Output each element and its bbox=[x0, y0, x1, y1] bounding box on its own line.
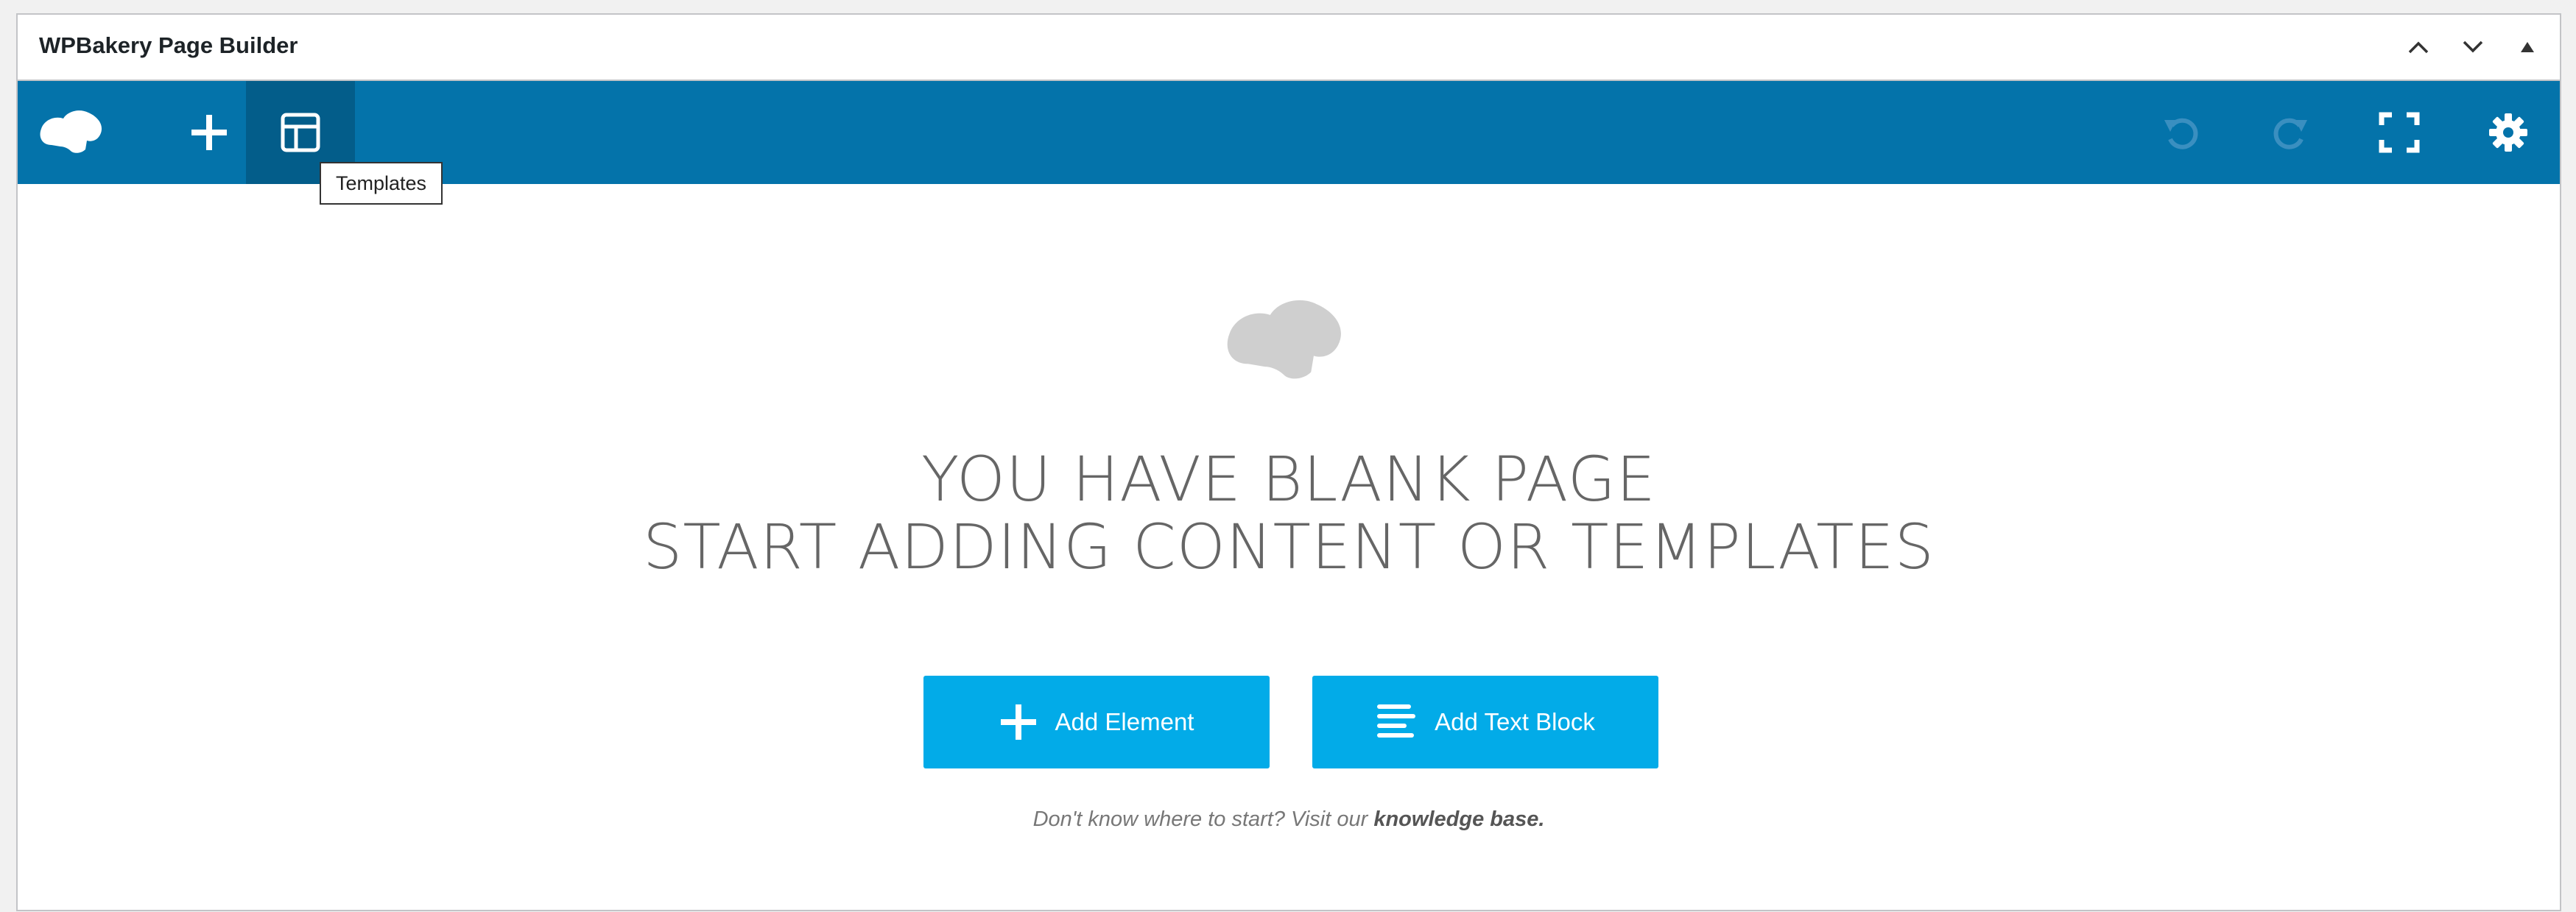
triangle-up-icon[interactable] bbox=[2511, 31, 2544, 63]
text-lines-icon bbox=[1377, 704, 1416, 738]
add-element-label: Add Element bbox=[1055, 708, 1194, 735]
add-element-button[interactable]: Add Element bbox=[923, 676, 1270, 768]
chevron-down-icon[interactable] bbox=[2457, 31, 2489, 63]
empty-state: YOU HAVE BLANK PAGE START ADDING CONTENT… bbox=[18, 184, 2560, 912]
panel-title: WPBakery Page Builder bbox=[39, 32, 298, 58]
settings-icon[interactable] bbox=[2454, 81, 2563, 184]
panel-header: WPBakery Page Builder bbox=[18, 15, 2560, 81]
headline-line-1: YOU HAVE BLANK PAGE bbox=[921, 443, 1656, 515]
page-builder-panel: WPBakery Page Builder Templates YOU HAVE… bbox=[16, 13, 2561, 911]
empty-state-headline: YOU HAVE BLANK PAGE START ADDING CONTENT… bbox=[18, 445, 2560, 581]
plus-icon bbox=[1000, 704, 1036, 740]
fullscreen-icon[interactable] bbox=[2345, 81, 2454, 184]
chevron-up-icon[interactable] bbox=[2402, 31, 2435, 63]
cloud-logo-icon bbox=[1224, 293, 1349, 392]
help-text-prefix: Don't know where to start? Visit our bbox=[1032, 807, 1368, 831]
templates-tooltip: Templates bbox=[320, 162, 443, 205]
add-text-block-button[interactable]: Add Text Block bbox=[1312, 676, 1658, 768]
header-controls bbox=[2402, 31, 2544, 63]
headline-line-2: START ADDING CONTENT OR TEMPLATES bbox=[643, 511, 1935, 583]
knowledge-base-link[interactable]: knowledge base. bbox=[1373, 807, 1544, 831]
add-text-block-label: Add Text Block bbox=[1435, 708, 1595, 735]
undo-icon[interactable] bbox=[2127, 81, 2236, 184]
help-text: Don't know where to start? Visit our kno… bbox=[18, 807, 2560, 832]
redo-icon[interactable] bbox=[2236, 81, 2345, 184]
logo-icon[interactable] bbox=[18, 81, 127, 184]
